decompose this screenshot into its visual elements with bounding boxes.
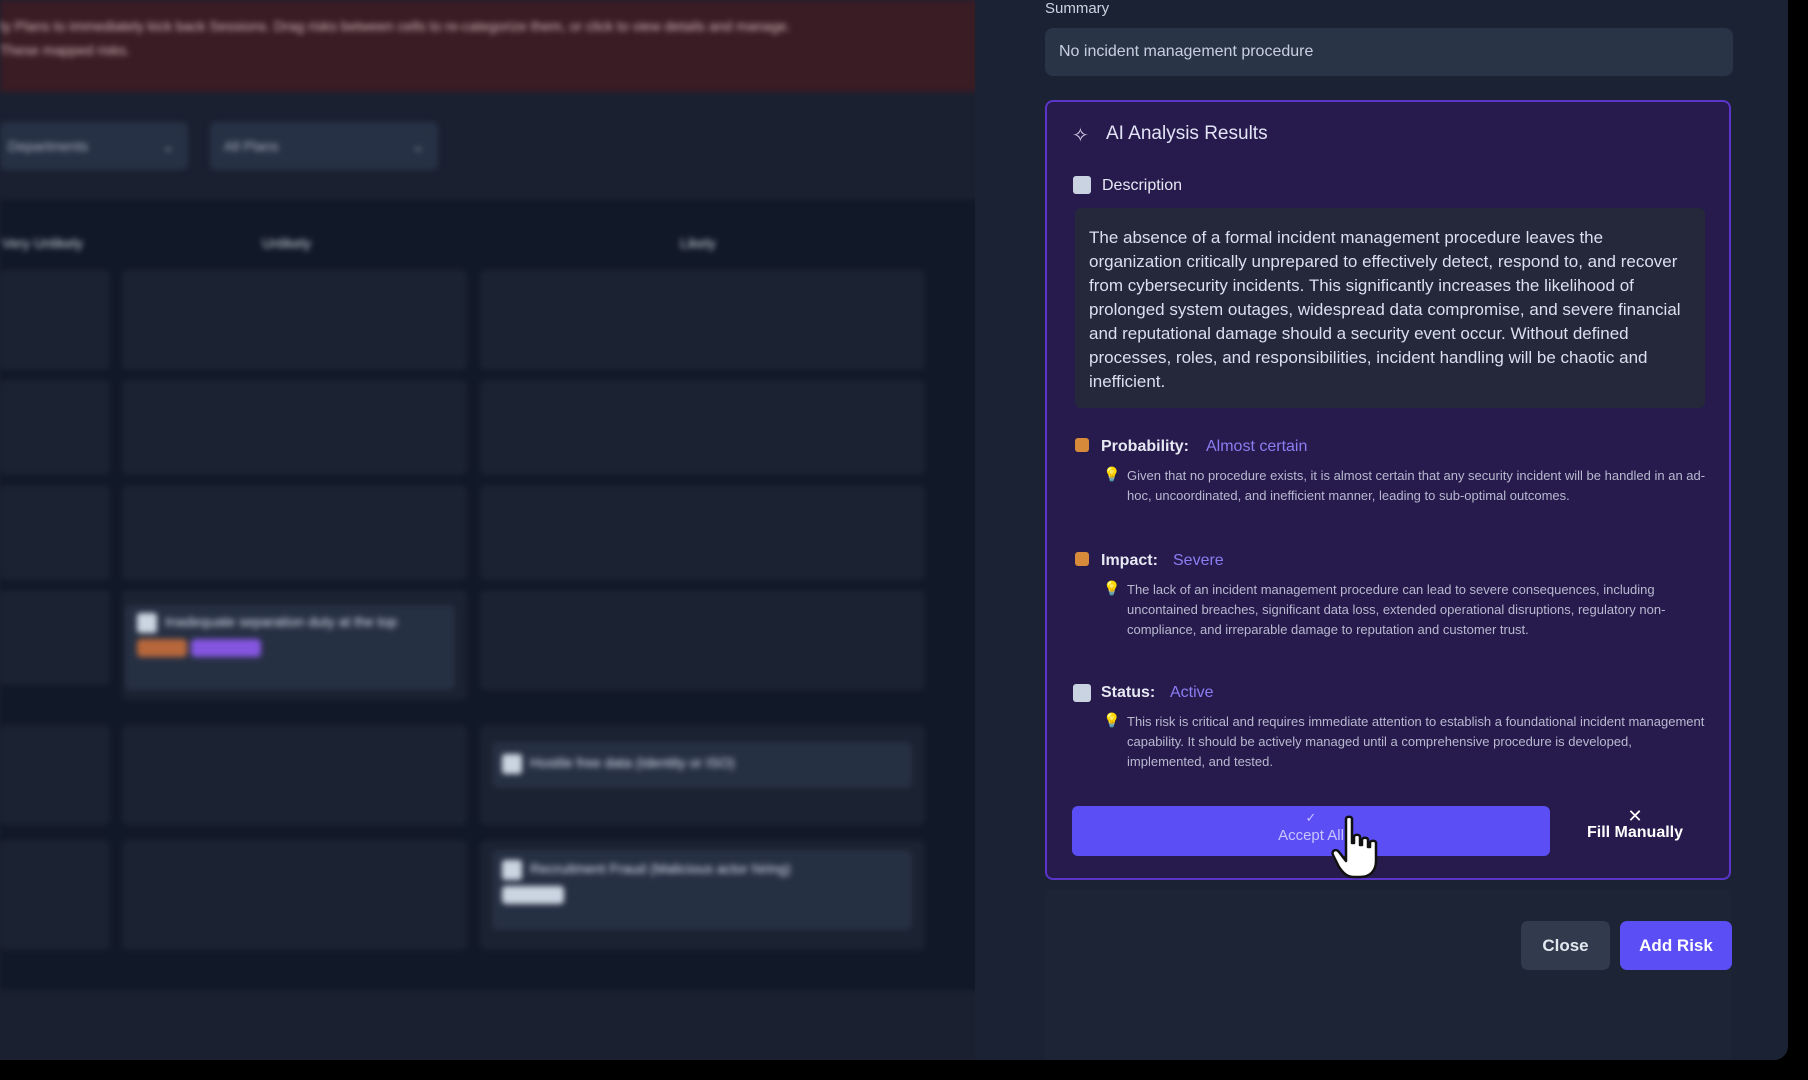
column-very-unlikely: Very Unlikely (2, 235, 83, 251)
probability-value: Almost certain (1206, 438, 1308, 455)
risk-card[interactable]: Recruitment Fraud (Malicious actor hirin… (492, 850, 912, 930)
flame-icon (1075, 438, 1089, 452)
ai-analysis-title: AI Analysis Results (1106, 123, 1268, 144)
matrix-cell[interactable] (480, 485, 925, 580)
fill-manually-button[interactable]: ✕ Fill Manually (1575, 806, 1695, 842)
plan-filter[interactable]: All Plans ⌄ (210, 122, 438, 170)
probability-note: Given that no procedure exists, it is al… (1127, 468, 1706, 503)
summary-input[interactable]: No incident management procedure (1045, 28, 1733, 76)
matrix-cell[interactable] (122, 725, 467, 825)
add-risk-button[interactable]: Add Risk (1620, 921, 1732, 970)
matrix-cell[interactable] (0, 485, 110, 580)
matrix-cell[interactable] (480, 270, 925, 370)
tag-badge (502, 886, 564, 905)
department-filter[interactable]: Departments ⌄ (0, 122, 188, 170)
matrix-cell[interactable] (0, 380, 110, 475)
lightbulb-icon: 💡 (1103, 466, 1121, 482)
matrix-cell[interactable] (122, 840, 467, 950)
chevron-down-icon: ⌄ (162, 138, 174, 154)
tag-badge (137, 639, 187, 658)
hand-pointer-icon (1331, 815, 1378, 879)
risk-board-background: ty Plans to immediately kick back Sessio… (0, 0, 980, 1060)
matrix-cell[interactable] (122, 380, 467, 475)
probability-label: Probability: (1101, 438, 1190, 455)
matrix-cell[interactable] (0, 840, 110, 950)
document-icon (502, 754, 522, 774)
matrix-cell[interactable] (480, 590, 925, 690)
matrix-cell[interactable] (122, 270, 467, 370)
check-icon: ✓ (1305, 810, 1317, 825)
status-note: This risk is critical and requires immed… (1127, 714, 1705, 769)
accept-all-button[interactable]: ✓ Accept All (1072, 806, 1550, 856)
close-icon: ✕ (1627, 806, 1643, 826)
flame-icon (1075, 552, 1089, 566)
column-unlikely: Unlikely (262, 235, 312, 251)
document-icon (502, 860, 522, 880)
description-text: The absence of a formal incident managem… (1075, 208, 1705, 408)
impact-value: Severe (1173, 552, 1224, 569)
column-likely: Likely (680, 235, 716, 251)
impact-note: The lack of an incident management proce… (1127, 582, 1666, 637)
chevron-down-icon: ⌄ (412, 138, 424, 154)
app-window: ty Plans to immediately kick back Sessio… (0, 0, 1788, 1060)
status-label: Status: (1101, 684, 1156, 701)
status-value: Active (1170, 684, 1214, 701)
summary-label: Summary (1045, 0, 1110, 17)
tag-badge (191, 639, 261, 658)
impact-label: Impact: (1101, 552, 1158, 569)
matrix-cell[interactable] (122, 485, 467, 580)
matrix-cell[interactable] (0, 270, 110, 370)
document-icon (137, 613, 157, 633)
banner-line-2: These mapped risks. (0, 42, 130, 58)
panel-footer-area (1045, 890, 1731, 1060)
matrix-cell[interactable] (480, 380, 925, 475)
risk-card[interactable]: Hostile free data (Identity or ISO) (492, 742, 912, 788)
lightbulb-icon: 💡 (1103, 580, 1121, 596)
banner-line-1: ty Plans to immediately kick back Sessio… (0, 18, 791, 34)
description-label: Description (1102, 177, 1183, 194)
info-banner: ty Plans to immediately kick back Sessio… (0, 0, 980, 92)
document-icon (1073, 176, 1091, 194)
sparkle-icon: ✧ (1072, 125, 1089, 147)
close-button[interactable]: Close (1521, 921, 1610, 970)
risk-card[interactable]: Inadequate separation duty at the top (125, 605, 455, 690)
chart-icon (1073, 684, 1091, 702)
matrix-cell[interactable] (0, 590, 110, 685)
matrix-cell[interactable] (0, 725, 110, 825)
lightbulb-icon: 💡 (1103, 712, 1121, 728)
